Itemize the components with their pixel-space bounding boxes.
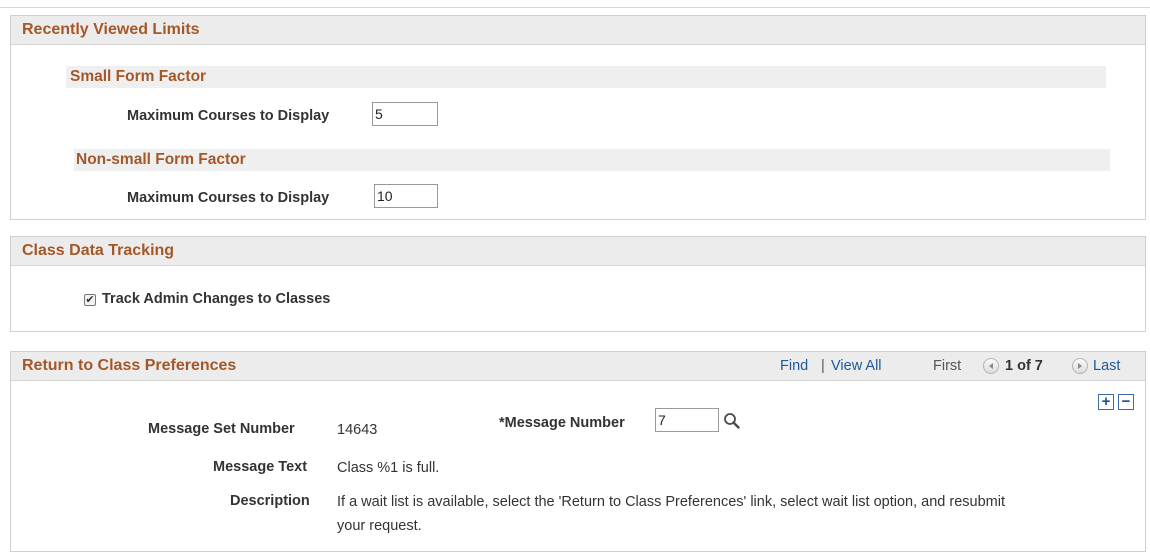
last-link[interactable]: Last: [1093, 352, 1120, 380]
track-admin-changes-label: Track Admin Changes to Classes: [102, 291, 331, 307]
view-all-link[interactable]: View All: [831, 352, 882, 380]
delete-row-button[interactable]: −: [1118, 394, 1134, 410]
description-label: Description: [230, 493, 310, 509]
track-admin-changes-checkbox[interactable]: ✔: [84, 294, 96, 306]
message-set-number-label: Message Set Number: [148, 421, 295, 437]
section-header: Return to Class Preferences Find | View …: [11, 352, 1145, 381]
previous-arrow-icon[interactable]: [983, 358, 999, 374]
nav-separator: |: [821, 358, 825, 374]
class-data-tracking-section: Class Data Tracking ✔ Track Admin Change…: [10, 236, 1146, 332]
lookup-search-icon[interactable]: [723, 412, 741, 433]
message-text-value: Class %1 is full.: [337, 460, 440, 476]
recently-viewed-limits-section: Recently Viewed Limits Small Form Factor…: [10, 15, 1146, 220]
section-title: Recently Viewed Limits: [11, 16, 1145, 45]
nonsmall-max-courses-input[interactable]: [374, 184, 438, 208]
message-number-input[interactable]: [655, 408, 719, 432]
message-text-label: Message Text: [213, 459, 308, 475]
description-value-line2: your request.: [337, 518, 422, 534]
small-form-factor-header: Small Form Factor: [66, 66, 1106, 88]
message-number-label: *Message Number: [499, 415, 625, 431]
description-value-line1: If a wait list is available, select the …: [337, 494, 1005, 510]
section-title: Class Data Tracking: [11, 237, 1145, 266]
find-link[interactable]: Find: [780, 352, 808, 380]
message-set-number-value: 14643: [337, 422, 378, 438]
nonsmall-form-factor-header: Non-small Form Factor: [74, 149, 1110, 171]
add-row-button[interactable]: +: [1098, 394, 1114, 410]
next-arrow-icon[interactable]: [1072, 358, 1088, 374]
small-max-courses-input[interactable]: [372, 102, 438, 126]
top-divider: [0, 7, 1150, 8]
record-position: 1 of 7: [1005, 358, 1043, 374]
section-title: Return to Class Preferences: [22, 357, 237, 374]
return-to-class-preferences-section: Return to Class Preferences Find | View …: [10, 351, 1146, 552]
first-link[interactable]: First: [933, 352, 961, 380]
small-max-courses-label: Maximum Courses to Display: [127, 108, 330, 124]
nonsmall-max-courses-label: Maximum Courses to Display: [127, 190, 330, 206]
